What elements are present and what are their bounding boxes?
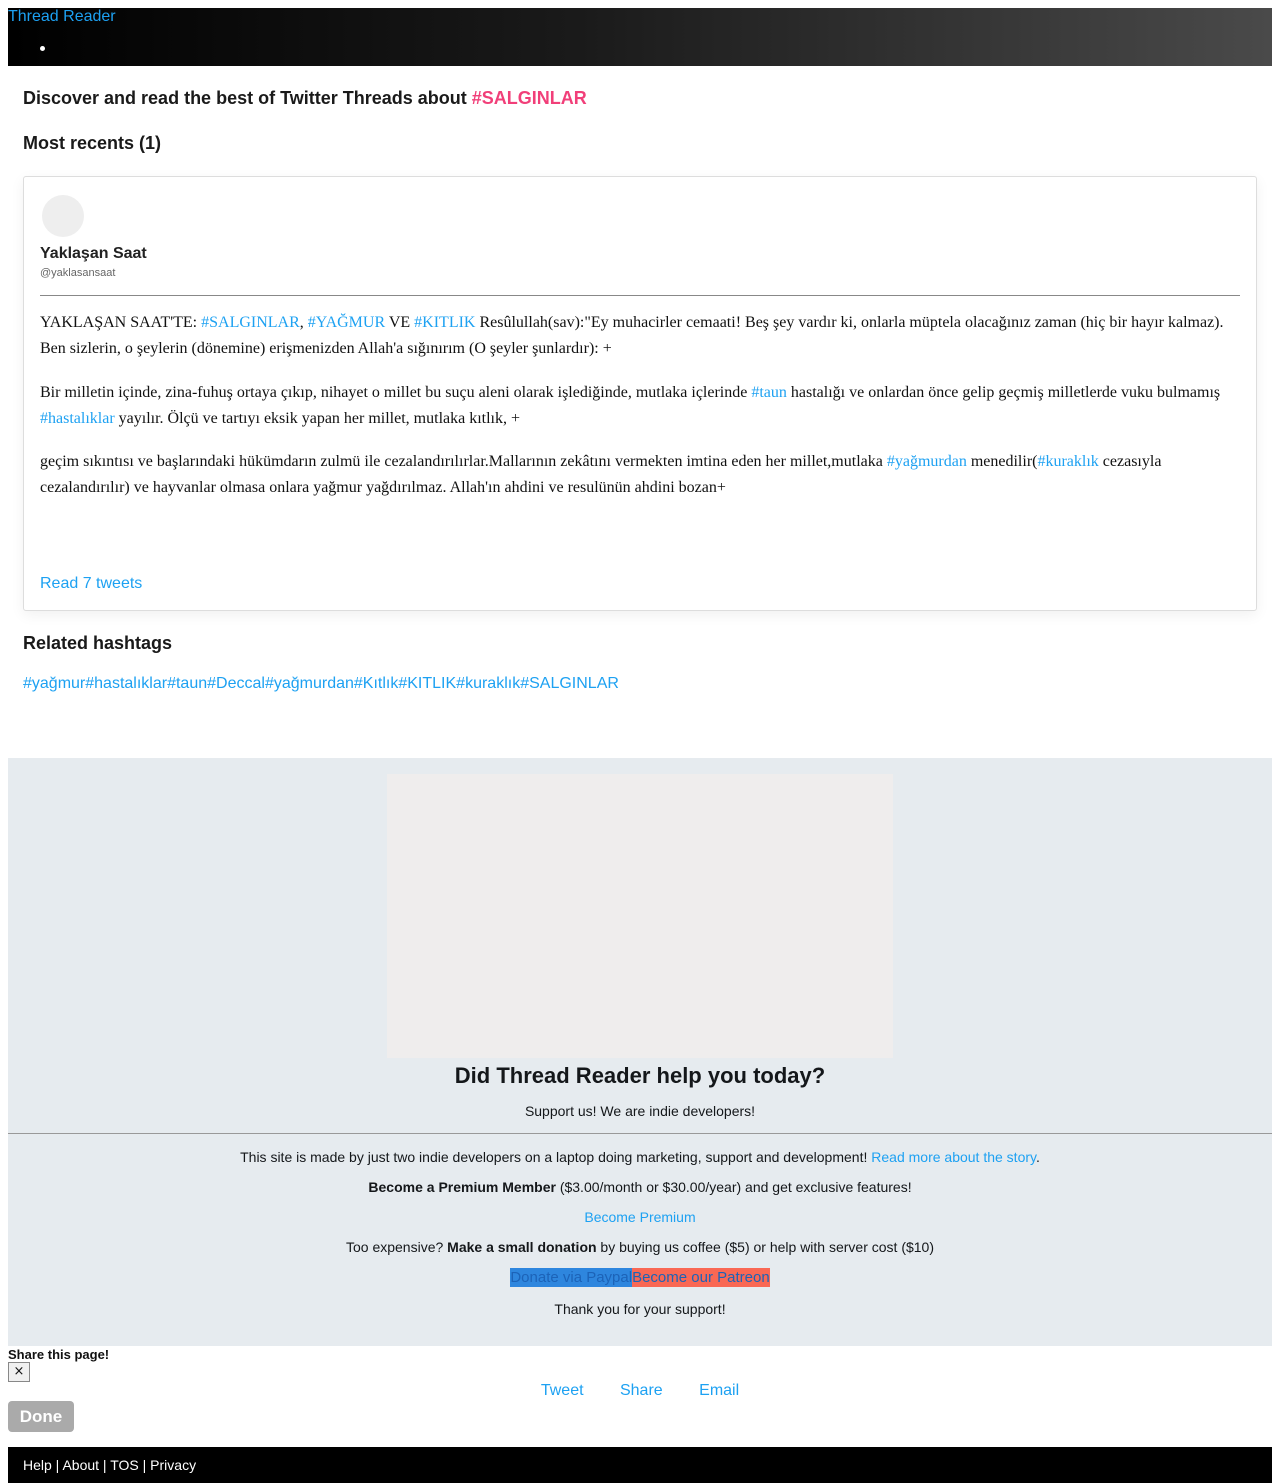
- support-title: Did Thread Reader help you today?: [454, 1063, 826, 1088]
- most-recents-heading: Most recents (1): [23, 133, 162, 153]
- footer-separator: |: [99, 1457, 111, 1473]
- share-title: Share this page!: [8, 1347, 110, 1362]
- about-link[interactable]: About: [62, 1457, 99, 1473]
- story-end: .: [1035, 1149, 1040, 1165]
- card-divider: [40, 295, 1240, 296]
- related-hashtag[interactable]: #taun: [167, 675, 207, 692]
- hashtag-link[interactable]: #taun: [751, 384, 787, 401]
- tweet-fragment: geçim sıkıntısı ve başlarındaki hükümdar…: [40, 453, 887, 470]
- nav-bullet: [40, 46, 45, 51]
- premium-text: ($3.00/month or $30.00/year) and get exc…: [555, 1179, 912, 1195]
- hashtag-link[interactable]: #KITLIK: [414, 314, 475, 331]
- related-hashtag[interactable]: #yağmurdan: [265, 675, 354, 692]
- donation-rest: by buying us coffee ($5) or help with se…: [596, 1239, 935, 1255]
- premium-link-row: Become Premium: [8, 1209, 1272, 1225]
- brand-link[interactable]: Thread Reader: [8, 8, 116, 26]
- tweet-text-2: Bir milletin içinde, zina-fuhuş ortaya ç…: [40, 380, 1240, 431]
- related-hashtags-list: #yağmur#hastalıklar#taun#Deccal#yağmurda…: [23, 675, 619, 693]
- email-share-link[interactable]: Email: [699, 1382, 739, 1399]
- support-subtitle: Support us! We are indie developers!: [524, 1103, 756, 1119]
- hashtag-link[interactable]: #hastalıklar: [40, 410, 115, 427]
- tweet-text-3: geçim sıkıntısı ve başlarındaki hükümdar…: [40, 449, 1240, 500]
- tweet-share-link[interactable]: Tweet: [541, 1382, 584, 1399]
- hashtag-link[interactable]: #kuraklık: [1037, 453, 1098, 470]
- related-hashtags-heading: Related hashtags: [23, 633, 173, 653]
- footer-separator: |: [51, 1457, 63, 1473]
- support-divider: [8, 1133, 1272, 1134]
- privacy-link[interactable]: Privacy: [150, 1457, 196, 1473]
- premium-bold: Become a Premium Member: [368, 1179, 556, 1195]
- tweet-fragment: Bir milletin içinde, zina-fuhuş ortaya ç…: [40, 384, 752, 401]
- close-button[interactable]: ×: [8, 1362, 30, 1382]
- footer-separator: |: [138, 1457, 151, 1473]
- donation-bold: Make a small donation: [447, 1239, 597, 1255]
- page-title-hashtag: #SALGINLAR: [471, 88, 587, 108]
- become-premium-link[interactable]: Become Premium: [584, 1209, 695, 1225]
- share-links: Tweet Share Email: [0, 1382, 1280, 1400]
- donation-text: Too expensive?: [345, 1239, 448, 1255]
- facebook-share-link[interactable]: Share: [620, 1382, 663, 1399]
- done-button[interactable]: Done: [8, 1401, 74, 1432]
- related-hashtag[interactable]: #Kıtlık: [354, 675, 398, 692]
- related-hashtag[interactable]: #Deccal: [207, 675, 265, 692]
- ad-placeholder: [387, 774, 893, 1058]
- help-link[interactable]: Help: [23, 1457, 52, 1473]
- avatar[interactable]: [42, 195, 84, 237]
- story-paragraph: This site is made by just two indie deve…: [8, 1149, 1272, 1165]
- page-title: Discover and read the best of Twitter Th…: [23, 88, 587, 109]
- related-hashtag[interactable]: #yağmur: [23, 675, 85, 692]
- tweet-text-1: YAKLAŞAN SAAT'TE: #SALGINLAR, #YAĞMUR VE…: [40, 310, 1240, 361]
- donation-buttons: Donate via PaypalBecome our Patreon: [8, 1268, 1272, 1287]
- author-handle: @yaklasansaat: [40, 267, 116, 279]
- tos-link[interactable]: TOS: [110, 1457, 139, 1473]
- tweet-fragment: menedilir(: [966, 453, 1038, 470]
- tweet-fragment: YAKLAŞAN SAAT'TE:: [40, 314, 202, 331]
- tweet-fragment: yayılır. Ölçü ve tartıyı eksik yapan her…: [114, 409, 521, 427]
- donation-paragraph: Too expensive? Make a small donation by …: [8, 1239, 1272, 1255]
- support-section: Did Thread Reader help you today? Suppor…: [8, 758, 1272, 1346]
- read-thread-link[interactable]: Read 7 tweets: [40, 575, 142, 593]
- hashtag-link[interactable]: #SALGINLAR: [201, 314, 300, 331]
- story-link[interactable]: Read more about the story: [871, 1149, 1036, 1165]
- top-navbar: Thread Reader: [8, 8, 1272, 66]
- thanks-text: Thank you for your support!: [554, 1301, 726, 1317]
- author-name[interactable]: Yaklaşan Saat: [40, 245, 147, 263]
- story-text: This site is made by just two indie deve…: [240, 1149, 872, 1165]
- thread-card: Yaklaşan Saat @yaklasansaat YAKLAŞAN SAA…: [23, 176, 1257, 611]
- paypal-button[interactable]: Donate via Paypal: [510, 1268, 633, 1287]
- hashtag-link[interactable]: #YAĞMUR: [308, 314, 385, 331]
- page-title-prefix: Discover and read the best of Twitter Th…: [23, 88, 472, 108]
- tweet-fragment: hastalığı ve onlardan önce gelip geçmiş …: [786, 384, 1221, 401]
- tweet-fragment: VE: [385, 314, 415, 331]
- related-hashtag[interactable]: #kuraklık: [456, 675, 520, 692]
- footer-links: Help | About | TOS | Privacy: [23, 1457, 196, 1473]
- tweet-fragment: ,: [299, 314, 308, 331]
- related-hashtag[interactable]: #KITLIK: [398, 675, 456, 692]
- related-hashtag[interactable]: #SALGINLAR: [520, 675, 619, 692]
- related-hashtag[interactable]: #hastalıklar: [85, 675, 167, 692]
- hashtag-link[interactable]: #yağmurdan: [887, 453, 967, 470]
- footer: Help | About | TOS | Privacy: [8, 1447, 1272, 1483]
- patreon-button[interactable]: Become our Patreon: [632, 1268, 770, 1287]
- premium-paragraph: Become a Premium Member ($3.00/month or …: [8, 1179, 1272, 1195]
